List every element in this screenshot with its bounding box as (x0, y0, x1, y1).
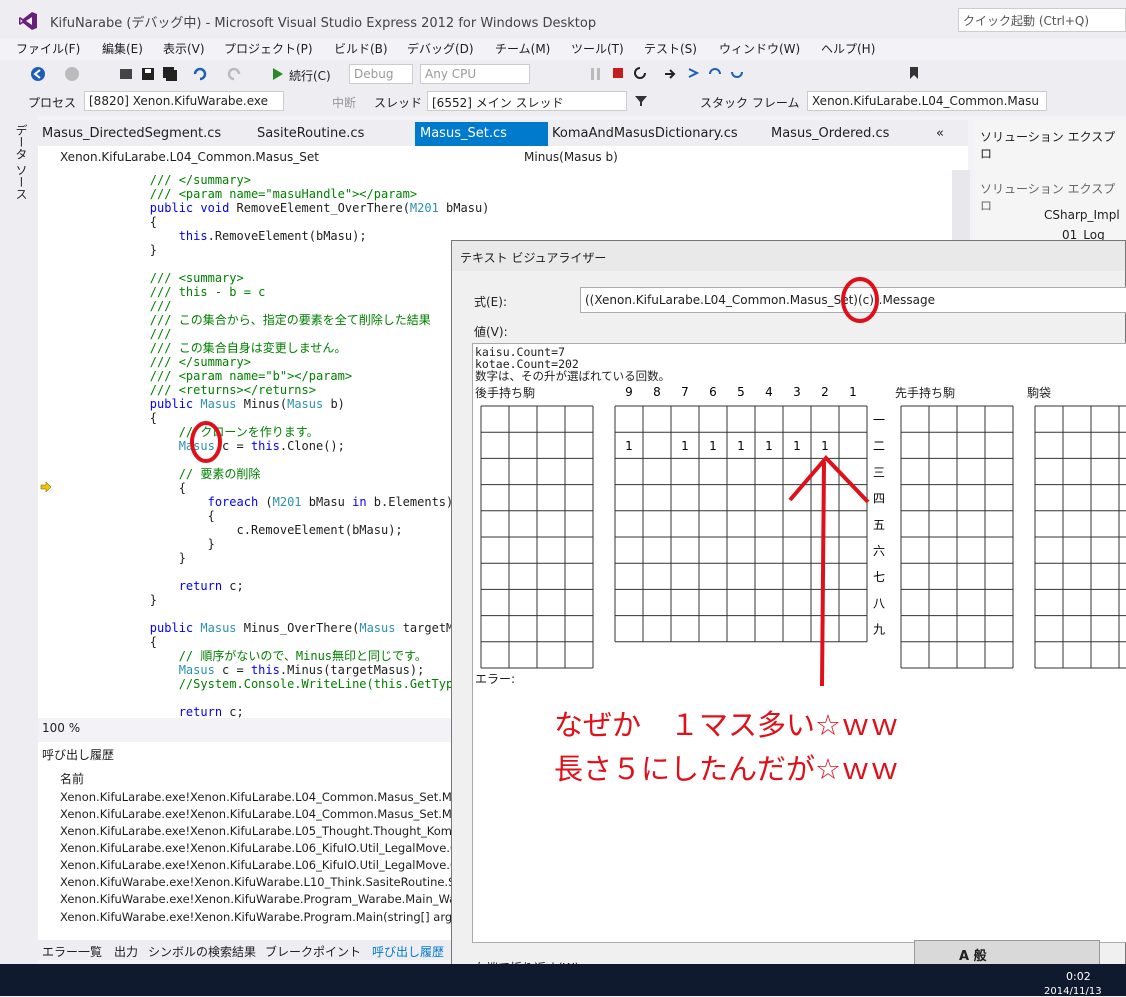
annotation-text-line2: 長さ５にしたんだが☆ｗｗ (554, 752, 899, 786)
annotation-arrow-head (788, 455, 870, 504)
taskbar: 0:02 2014/11/13 (0, 964, 1126, 997)
clock-time: 0:02 (1066, 970, 1091, 983)
ime-mode[interactable]: A 般 (959, 945, 987, 964)
annotation-circle-c-expression (841, 277, 879, 323)
annotation-text-line1: なぜか １マス多い☆ｗｗ (554, 708, 899, 742)
red-annotation-layer (190, 277, 879, 687)
annotation-arrow-shaft (820, 461, 826, 687)
clock-date: 2014/11/13 (1044, 986, 1102, 997)
annotation-circle-c-code (190, 421, 222, 463)
